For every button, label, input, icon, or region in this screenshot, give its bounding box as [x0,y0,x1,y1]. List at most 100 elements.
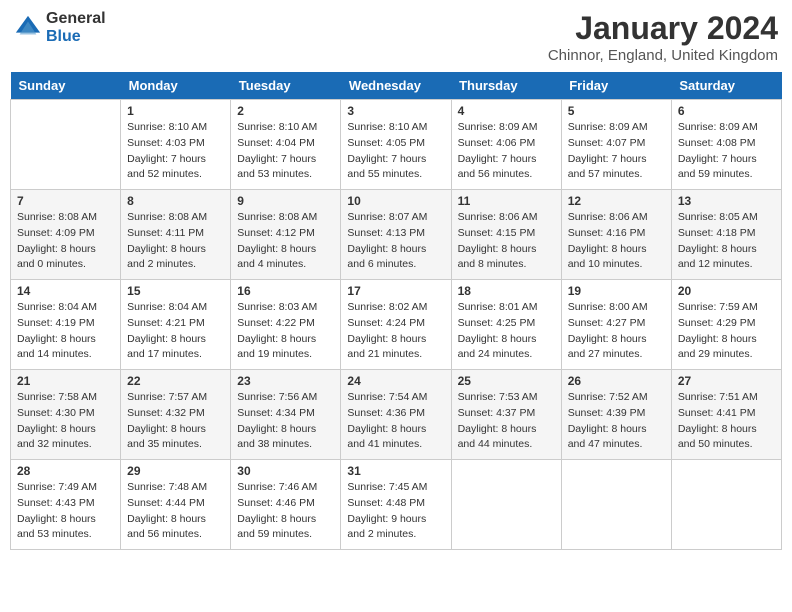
day-info: Sunrise: 8:09 AMSunset: 4:07 PMDaylight:… [568,120,665,183]
calendar-cell: 23 Sunrise: 7:56 AMSunset: 4:34 PMDayligh… [231,370,341,460]
day-info: Sunrise: 8:06 AMSunset: 4:16 PMDaylight:… [568,210,665,273]
day-info: Sunrise: 8:06 AMSunset: 4:15 PMDaylight:… [458,210,555,273]
day-number: 21 [17,374,114,388]
calendar-week-row: 28 Sunrise: 7:49 AMSunset: 4:43 PMDayligh… [11,460,782,550]
day-number: 22 [127,374,224,388]
day-info: Sunrise: 8:09 AMSunset: 4:06 PMDaylight:… [458,120,555,183]
calendar-body: 1Sunrise: 8:10 AMSunset: 4:03 PMDaylight… [11,100,782,550]
day-info: Sunrise: 8:08 AMSunset: 4:12 PMDaylight:… [237,210,334,273]
calendar-cell: 26Sunrise: 7:52 AMSunset: 4:39 PMDayligh… [561,370,671,460]
day-number: 20 [678,284,775,298]
day-number: 5 [568,104,665,118]
day-info: Sunrise: 7:54 AMSunset: 4:36 PMDaylight:… [347,390,444,453]
day-info: Sunrise: 8:10 AMSunset: 4:03 PMDaylight:… [127,120,224,183]
calendar-cell: 28 Sunrise: 7:49 AMSunset: 4:43 PMDayligh… [11,460,121,550]
day-number: 30 [237,464,334,478]
day-info: Sunrise: 7:56 AMSunset: 4:34 PMDaylight:… [237,390,334,453]
calendar-cell: 11 Sunrise: 8:06 AMSunset: 4:15 PMDayligh… [451,190,561,280]
title-area: January 2024 Chinnor, England, United Ki… [548,10,778,64]
day-info: Sunrise: 8:03 AMSunset: 4:22 PMDaylight:… [237,300,334,363]
logo: General Blue [14,10,106,45]
day-info: Sunrise: 8:05 AMSunset: 4:18 PMDaylight:… [678,210,775,273]
day-info: Sunrise: 7:45 AMSunset: 4:48 PMDaylight:… [347,480,444,543]
day-number: 9 [237,194,334,208]
calendar-cell: 5 Sunrise: 8:09 AMSunset: 4:07 PMDaylight… [561,100,671,190]
logo-general-text: General [46,10,106,28]
calendar-cell: 19 Sunrise: 8:00 AMSunset: 4:27 PMDayligh… [561,280,671,370]
logo-icon [14,14,42,42]
weekday-row: SundayMondayTuesdayWednesdayThursdayFrid… [11,72,782,100]
calendar-cell: 16 Sunrise: 8:03 AMSunset: 4:22 PMDayligh… [231,280,341,370]
day-number: 6 [678,104,775,118]
page-header: General Blue January 2024 Chinnor, Engla… [10,10,782,64]
day-number: 31 [347,464,444,478]
calendar-cell: 10Sunrise: 8:07 AMSunset: 4:13 PMDayligh… [341,190,451,280]
calendar-cell: 21 Sunrise: 7:58 AMSunset: 4:30 PMDayligh… [11,370,121,460]
day-info: Sunrise: 7:48 AMSunset: 4:44 PMDaylight:… [127,480,224,543]
day-number: 16 [237,284,334,298]
day-number: 10 [347,194,444,208]
day-number: 12 [568,194,665,208]
day-number: 28 [17,464,114,478]
day-info: Sunrise: 8:08 AMSunset: 4:09 PMDaylight:… [17,210,114,273]
calendar-cell: 1Sunrise: 8:10 AMSunset: 4:03 PMDaylight… [121,100,231,190]
calendar-week-row: 7 Sunrise: 8:08 AMSunset: 4:09 PMDaylight… [11,190,782,280]
calendar-cell: 24 Sunrise: 7:54 AMSunset: 4:36 PMDayligh… [341,370,451,460]
day-info: Sunrise: 8:04 AMSunset: 4:21 PMDaylight:… [127,300,224,363]
day-info: Sunrise: 7:58 AMSunset: 4:30 PMDaylight:… [17,390,114,453]
logo-text: General Blue [46,10,106,45]
day-number: 19 [568,284,665,298]
calendar-cell: 2Sunrise: 8:10 AMSunset: 4:04 PMDaylight… [231,100,341,190]
calendar-week-row: 21 Sunrise: 7:58 AMSunset: 4:30 PMDayligh… [11,370,782,460]
day-info: Sunrise: 7:49 AMSunset: 4:43 PMDaylight:… [17,480,114,543]
day-info: Sunrise: 8:08 AMSunset: 4:11 PMDaylight:… [127,210,224,273]
calendar-cell: 20Sunrise: 7:59 AMSunset: 4:29 PMDayligh… [671,280,781,370]
weekday-header: Friday [561,72,671,100]
calendar-cell: 17 Sunrise: 8:02 AMSunset: 4:24 PMDayligh… [341,280,451,370]
day-number: 11 [458,194,555,208]
weekday-header: Tuesday [231,72,341,100]
day-number: 23 [237,374,334,388]
day-number: 8 [127,194,224,208]
day-info: Sunrise: 8:10 AMSunset: 4:04 PMDaylight:… [237,120,334,183]
calendar-cell: 27 Sunrise: 7:51 AMSunset: 4:41 PMDayligh… [671,370,781,460]
calendar-cell: 12 Sunrise: 8:06 AMSunset: 4:16 PMDayligh… [561,190,671,280]
day-number: 24 [347,374,444,388]
weekday-header: Monday [121,72,231,100]
day-number: 13 [678,194,775,208]
calendar-cell: 18 Sunrise: 8:01 AMSunset: 4:25 PMDayligh… [451,280,561,370]
calendar-cell: 31 Sunrise: 7:45 AMSunset: 4:48 PMDayligh… [341,460,451,550]
calendar-cell: 6Sunrise: 8:09 AMSunset: 4:08 PMDaylight… [671,100,781,190]
calendar-header: SundayMondayTuesdayWednesdayThursdayFrid… [11,72,782,100]
calendar-week-row: 1Sunrise: 8:10 AMSunset: 4:03 PMDaylight… [11,100,782,190]
day-number: 25 [458,374,555,388]
calendar-cell: 13 Sunrise: 8:05 AMSunset: 4:18 PMDayligh… [671,190,781,280]
calendar-cell: 29 Sunrise: 7:48 AMSunset: 4:44 PMDayligh… [121,460,231,550]
day-info: Sunrise: 7:46 AMSunset: 4:46 PMDaylight:… [237,480,334,543]
day-number: 29 [127,464,224,478]
day-info: Sunrise: 7:53 AMSunset: 4:37 PMDaylight:… [458,390,555,453]
day-number: 7 [17,194,114,208]
day-number: 17 [347,284,444,298]
day-number: 26 [568,374,665,388]
day-number: 27 [678,374,775,388]
month-title: January 2024 [548,10,778,47]
day-number: 15 [127,284,224,298]
day-info: Sunrise: 8:01 AMSunset: 4:25 PMDaylight:… [458,300,555,363]
day-number: 18 [458,284,555,298]
weekday-header: Thursday [451,72,561,100]
day-info: Sunrise: 7:57 AMSunset: 4:32 PMDaylight:… [127,390,224,453]
calendar-cell [671,460,781,550]
day-info: Sunrise: 7:51 AMSunset: 4:41 PMDaylight:… [678,390,775,453]
calendar-cell: 3Sunrise: 8:10 AMSunset: 4:05 PMDaylight… [341,100,451,190]
day-info: Sunrise: 8:02 AMSunset: 4:24 PMDaylight:… [347,300,444,363]
location: Chinnor, England, United Kingdom [548,47,778,64]
calendar-cell: 4Sunrise: 8:09 AMSunset: 4:06 PMDaylight… [451,100,561,190]
calendar-cell: 30 Sunrise: 7:46 AMSunset: 4:46 PMDayligh… [231,460,341,550]
calendar-cell [451,460,561,550]
calendar-cell: 14Sunrise: 8:04 AMSunset: 4:19 PMDayligh… [11,280,121,370]
day-info: Sunrise: 8:00 AMSunset: 4:27 PMDaylight:… [568,300,665,363]
calendar-cell: 25 Sunrise: 7:53 AMSunset: 4:37 PMDayligh… [451,370,561,460]
calendar-cell: 15 Sunrise: 8:04 AMSunset: 4:21 PMDayligh… [121,280,231,370]
weekday-header: Sunday [11,72,121,100]
